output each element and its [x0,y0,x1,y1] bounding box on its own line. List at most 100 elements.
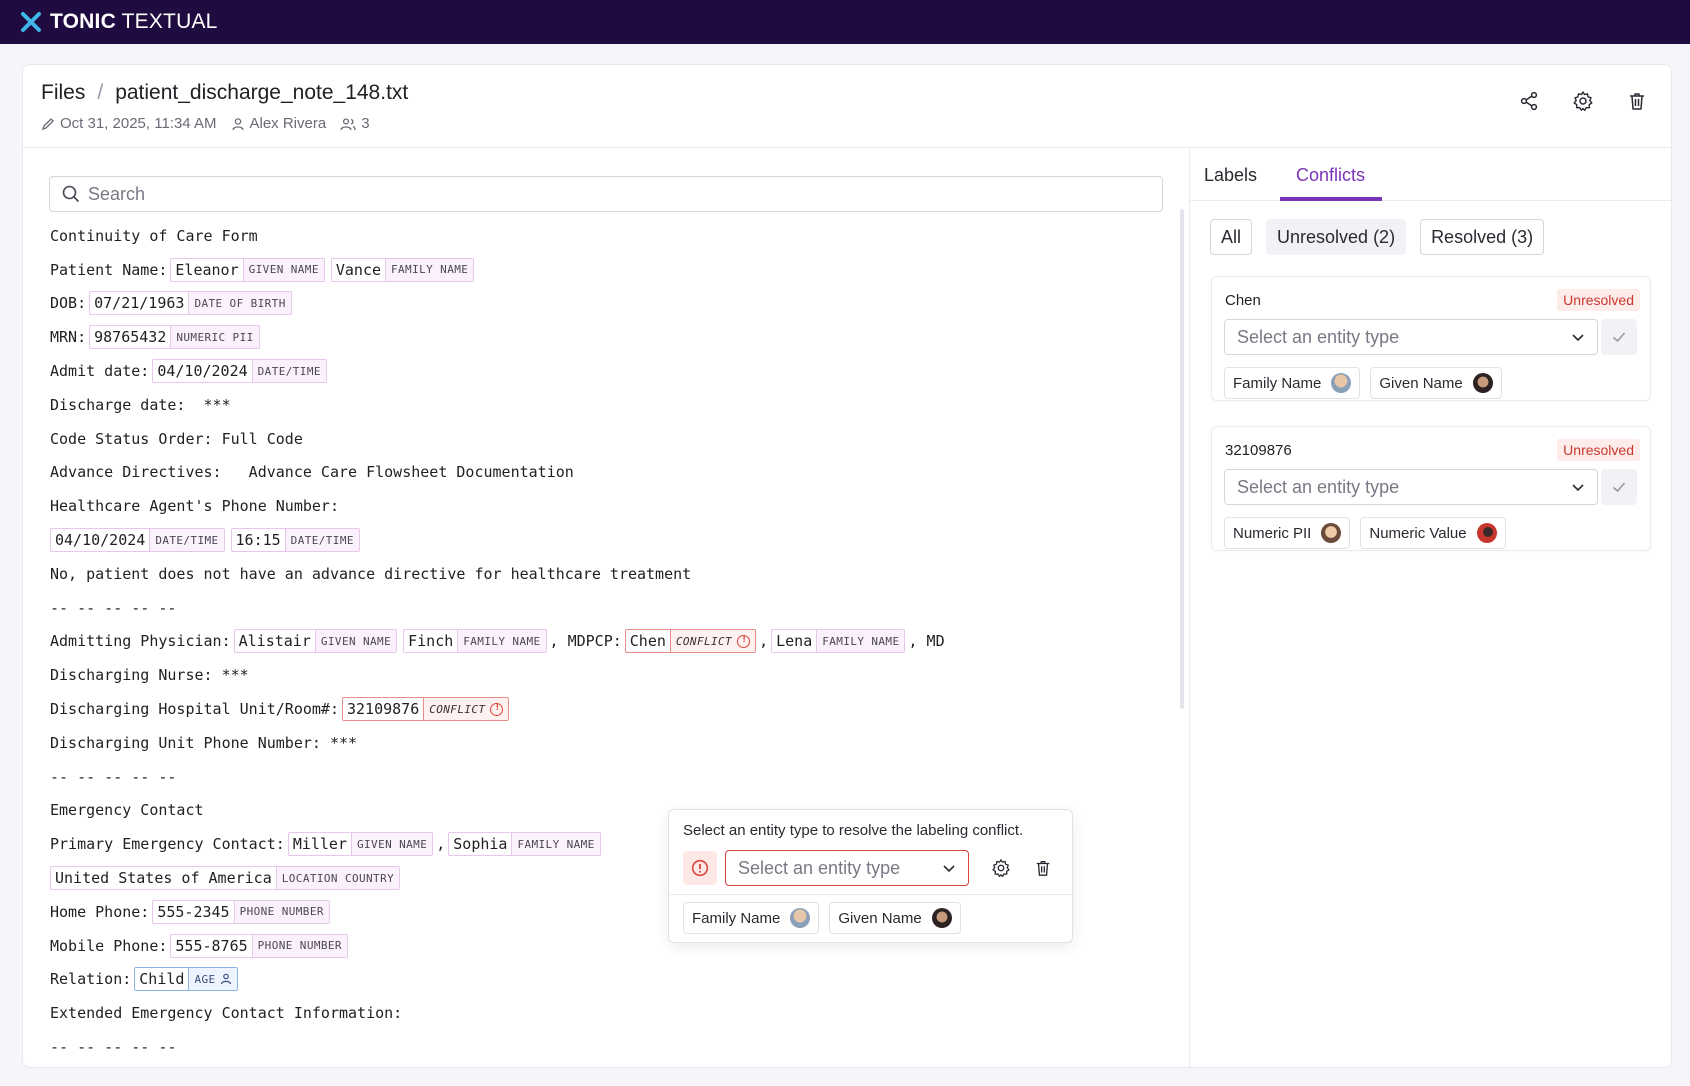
side-tabs: Labels Conflicts [1190,149,1671,201]
resolve-button[interactable] [1601,319,1637,355]
entity-location-country[interactable]: United States of America LOCATION COUNTRY [50,866,401,891]
status-badge: Unresolved [1557,289,1640,311]
entity-numeric-pii[interactable]: 98765432 NUMERIC PII [89,325,260,350]
avatar [1331,373,1352,393]
tab-labels[interactable]: Labels [1204,165,1257,186]
search-icon [62,185,80,203]
entity-date-time[interactable]: 16:15 DATE/TIME [230,528,360,553]
logo-x-icon [21,12,41,32]
conflict-filters: All Unresolved (2) Resolved (3) [1210,219,1545,255]
entity-given-name[interactable]: Eleanor GIVEN NAME [170,257,325,282]
conflict-card: 32109876 Unresolved Select an entity typ… [1211,426,1651,551]
search-input[interactable] [88,183,1088,205]
page-title: patient_discharge_note_148.txt [115,81,409,104]
entity-family-name[interactable]: Finch FAMILY NAME [403,629,547,654]
gear-icon [992,859,1010,877]
conflict-title: 32109876 [1225,442,1292,459]
check-icon [1612,332,1626,343]
entity-conflict-chen[interactable]: Chen CONFLICT [624,629,757,654]
entity-type-select[interactable]: Select an entity type [1224,469,1598,505]
popover-message: Select an entity type to resolve the lab… [683,822,1024,839]
breadcrumb-separator: / [97,81,104,104]
text-line: -- -- -- -- -- [50,1038,177,1057]
collaborator-count: 3 [361,115,370,132]
suggestion-numeric-value[interactable]: Numeric Value [1360,517,1506,549]
text-line: Discharging Nurse: *** [50,666,249,685]
delete-button[interactable] [1623,87,1651,115]
share-icon [1520,91,1538,111]
text-line: Healthcare Agent's Phone Number: [50,497,339,516]
resolve-button[interactable] [1601,469,1637,505]
entity-type-select[interactable]: Select an entity type [1224,319,1598,355]
conflict-title: Chen [1225,292,1261,309]
entity-family-name[interactable]: Vance FAMILY NAME [330,257,475,282]
chevron-down-icon [1572,334,1584,342]
text-line: Code Status Order: Full Code [50,429,303,448]
trash-icon [1630,93,1644,110]
text-line: Patient Name: Eleanor GIVEN NAME Vance FAMIL… [50,253,1160,287]
entity-given-name[interactable]: Miller GIVEN NAME [287,832,434,857]
file-meta: Oct 31, 2025, 11:34 AM Alex Rivera 3 [41,115,384,132]
entity-date-of-birth[interactable]: 07/21/1963 DATE OF BIRTH [89,291,292,316]
avatar [790,908,811,928]
breadcrumb: Files / patient_discharge_note_148.txt [41,81,408,105]
gear-icon [1573,91,1593,111]
entity-given-name[interactable]: Alistair GIVEN NAME [233,629,398,654]
text-line: Extended Emergency Contact Information: [50,1004,403,1023]
settings-button[interactable] [1569,87,1597,115]
filter-all[interactable]: All [1210,219,1253,255]
active-tab-indicator [1280,197,1382,201]
entity-age[interactable]: Child AGE [134,967,238,992]
user-icon [231,117,244,130]
text-line: Relation: Child AGE [50,963,1160,997]
document-scrollbar[interactable] [1180,209,1184,709]
users-icon [340,117,356,130]
brand-logo[interactable]: TONIC TEXTUAL [50,10,218,34]
search-box [49,176,1163,212]
file-header: Files / patient_discharge_note_148.txt O… [23,65,1671,148]
text-line: Discharging Hospital Unit/Room#: 32109876… [50,692,1160,726]
text-line: Discharging Unit Phone Number: *** [50,733,358,752]
check-icon [1612,482,1626,493]
person-icon [220,974,231,985]
entity-type-select[interactable]: Select an entity type [725,850,969,886]
suggestion-family-name[interactable]: Family Name [1224,367,1361,399]
conflict-warning [683,851,717,885]
entity-family-name[interactable]: Lena FAMILY NAME [771,629,906,654]
entity-phone-number[interactable]: 555-2345 PHONE NUMBER [152,899,330,924]
breadcrumb-files[interactable]: Files [41,81,85,105]
suggestion-given-name[interactable]: Given Name [1370,367,1502,399]
text-line: Advance Directives: Advance Care Flowshe… [50,463,574,482]
header-actions [1515,87,1651,115]
text-line: 04/10/2024 DATE/TIME 16:15 DATE/TIME [50,523,1160,557]
trash-icon [1036,861,1050,876]
suggestion-family-name[interactable]: Family Name [683,902,820,934]
alert-circle-icon [490,702,504,716]
avatar [1476,523,1497,543]
popover-settings-button[interactable] [987,854,1015,882]
text-line: DOB: 07/21/1963 DATE OF BIRTH [50,287,1160,321]
divider [669,894,1072,895]
text-line: Admit date: 04/10/2024 DATE/TIME [50,354,1160,388]
entity-date-time[interactable]: 04/10/2024 DATE/TIME [152,359,327,384]
suggestion-given-name[interactable]: Given Name [829,902,961,934]
entity-date-time[interactable]: 04/10/2024 DATE/TIME [50,528,225,553]
avatar [931,908,952,928]
chevron-down-icon [943,865,955,873]
conflict-popover: Select an entity type to resolve the lab… [668,809,1073,943]
entity-family-name[interactable]: Sophia FAMILY NAME [448,832,601,857]
tab-conflicts[interactable]: Conflicts [1296,165,1365,186]
entity-phone-number[interactable]: 555-8765 PHONE NUMBER [170,933,348,958]
popover-delete-button[interactable] [1029,854,1057,882]
text-line: -- -- -- -- -- [50,767,177,786]
filter-resolved[interactable]: Resolved (3) [1420,219,1545,255]
alert-circle-icon [737,634,751,648]
text-line: Continuity of Care Form [50,226,258,245]
entity-conflict-number[interactable]: 32109876 CONFLICT [341,697,510,722]
suggestion-numeric-pii[interactable]: Numeric PII [1224,517,1351,549]
share-button[interactable] [1515,87,1543,115]
popover-suggestions: Family Name Given Name [683,902,961,934]
top-nav-bar: TONIC TEXTUAL [0,0,1690,44]
alert-circle-icon [691,859,709,877]
filter-unresolved[interactable]: Unresolved (2) [1266,219,1407,255]
